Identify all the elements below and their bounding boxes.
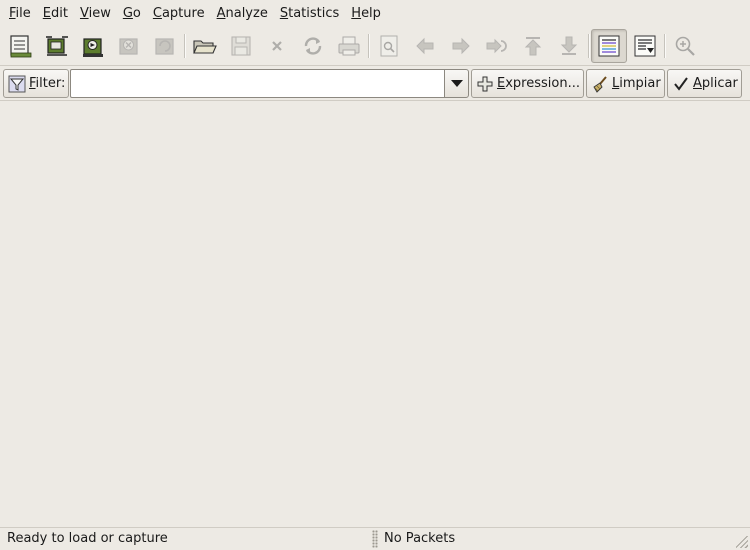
colorize-icon: [598, 35, 620, 57]
zoom-in-button[interactable]: [667, 29, 703, 63]
expression-button[interactable]: Expression...: [471, 69, 584, 98]
restart-capture-icon: [155, 38, 174, 55]
filter-button[interactable]: Filter:: [3, 69, 69, 98]
save-icon: [231, 36, 251, 56]
go-to-packet-button[interactable]: [479, 29, 515, 63]
toolbar-divider: [0, 65, 750, 66]
menu-statistics-label: tatistics: [288, 6, 340, 21]
print-button[interactable]: [331, 29, 367, 63]
open-icon: [193, 40, 217, 54]
reload-button[interactable]: [295, 29, 331, 63]
clear-label: impiar: [619, 76, 661, 91]
packet-count: No Packets: [384, 531, 456, 546]
menu-help-label: elp: [361, 6, 381, 21]
menu-capture[interactable]: Capture: [147, 0, 211, 27]
close-file-button[interactable]: [259, 29, 295, 63]
reload-icon: [304, 37, 322, 55]
stop-capture-button[interactable]: [111, 29, 147, 63]
status-pane-handle[interactable]: [372, 530, 378, 548]
menu-bar: File Edit View Go Capture Analyze Statis…: [0, 0, 750, 27]
menu-view-mnemonic: V: [79, 6, 89, 21]
menu-file-label: ile: [15, 6, 31, 21]
checkmark-icon: [674, 76, 688, 91]
print-icon: [338, 36, 360, 56]
menu-go[interactable]: Go: [117, 0, 147, 27]
menu-edit[interactable]: Edit: [37, 0, 74, 27]
go-to-packet-icon: [486, 38, 507, 54]
filter-bar: Filter: Expression... Limpiar Aplicar: [0, 68, 750, 99]
find-packet-button[interactable]: [371, 29, 407, 63]
filter-history-dropdown[interactable]: [444, 69, 469, 98]
menu-statistics-mnemonic: S: [279, 6, 289, 21]
menu-go-label: o: [132, 6, 141, 21]
menu-capture-label: apture: [161, 6, 205, 21]
broom-icon: [593, 75, 607, 93]
restart-capture-button[interactable]: [147, 29, 183, 63]
status-bar: Ready to load or capture No Packets: [0, 528, 750, 550]
go-forward-button[interactable]: [443, 29, 479, 63]
menu-view-label: iew: [88, 6, 111, 21]
menu-statistics[interactable]: Statistics: [274, 0, 345, 27]
toolbar-separator: [664, 34, 666, 58]
expression-label: xpression...: [505, 76, 580, 91]
menu-go-mnemonic: G: [122, 6, 133, 21]
menu-analyze[interactable]: Analyze: [211, 0, 274, 27]
stop-capture-icon: [119, 38, 138, 55]
menu-help[interactable]: Help: [345, 0, 387, 27]
autoscroll-icon: [634, 35, 656, 57]
filter-combo: [70, 69, 469, 98]
go-back-button[interactable]: [407, 29, 443, 63]
capture-options-button[interactable]: [39, 29, 75, 63]
first-packet-button[interactable]: [515, 29, 551, 63]
filter-icon: [8, 75, 26, 92]
status-message: Ready to load or capture: [7, 531, 168, 546]
interface-list-button[interactable]: [3, 29, 39, 63]
toolbar-separator: [184, 34, 186, 58]
menu-edit-label: dit: [51, 6, 68, 21]
menu-file[interactable]: File: [3, 0, 37, 27]
open-button[interactable]: [187, 29, 223, 63]
main-content-area: [0, 101, 750, 527]
menu-help-mnemonic: H: [351, 6, 362, 21]
expression-label-mnemonic: E: [497, 76, 506, 91]
toolbar-separator: [588, 34, 590, 58]
start-capture-button[interactable]: [75, 29, 111, 63]
menu-analyze-label: nalyze: [225, 6, 268, 21]
clear-button[interactable]: Limpiar: [586, 69, 665, 98]
find-packet-icon: [380, 35, 398, 57]
first-packet-icon: [524, 37, 542, 56]
last-packet-button[interactable]: [551, 29, 587, 63]
filter-input[interactable]: [70, 69, 445, 98]
colorize-button[interactable]: [591, 29, 627, 63]
chevron-down-icon: [450, 80, 463, 87]
autoscroll-button[interactable]: [627, 29, 663, 63]
go-back-icon: [416, 37, 434, 55]
filter-label: ilter:: [35, 76, 66, 91]
capture-options-icon: [46, 36, 68, 56]
menu-edit-mnemonic: E: [42, 6, 51, 21]
close-icon: [272, 41, 282, 51]
menu-capture-mnemonic: C: [152, 6, 162, 21]
last-packet-icon: [560, 36, 578, 55]
apply-button[interactable]: Aplicar: [667, 69, 742, 98]
go-forward-icon: [452, 37, 470, 55]
toolbar-separator: [368, 34, 370, 58]
start-capture-icon: [83, 38, 103, 57]
plus-icon: [477, 76, 493, 91]
menu-view[interactable]: View: [74, 0, 117, 27]
apply-label: plicar: [701, 76, 738, 91]
main-toolbar: [0, 28, 750, 64]
apply-label-mnemonic: A: [693, 76, 702, 91]
zoom-in-icon: [675, 36, 695, 56]
save-button[interactable]: [223, 29, 259, 63]
window-resize-grip[interactable]: [736, 536, 748, 548]
interface-list-icon: [10, 35, 32, 58]
